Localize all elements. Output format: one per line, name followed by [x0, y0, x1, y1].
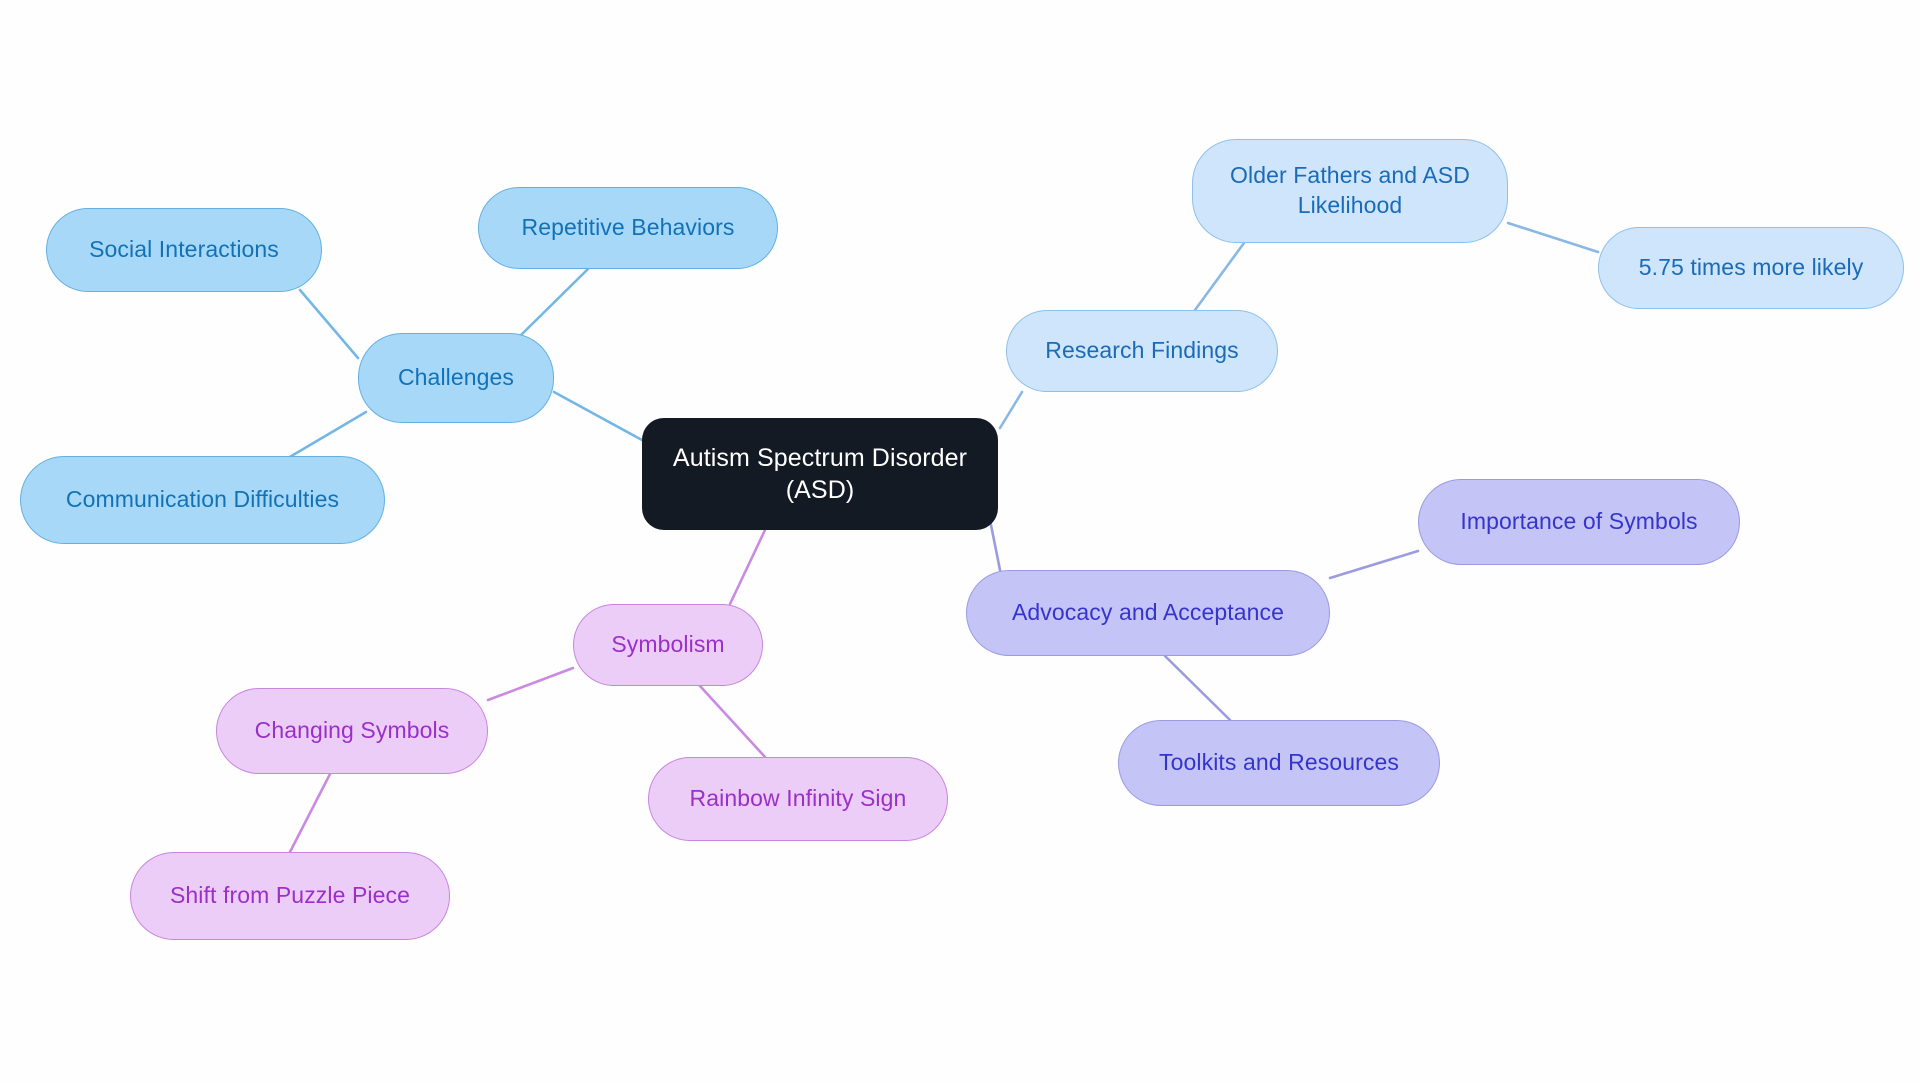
mindmap-node-label: Rainbow Infinity Sign [689, 785, 907, 812]
mindmap-node-root[interactable]: Autism Spectrum Disorder (ASD) [642, 418, 998, 530]
mindmap-node-label: Symbolism [611, 631, 725, 658]
mindmap-node-times-more-likely[interactable]: 5.75 times more likely [1598, 227, 1904, 309]
mindmap-node-toolkits-resources[interactable]: Toolkits and Resources [1118, 720, 1440, 806]
mindmap-node-repetitive-behaviors[interactable]: Repetitive Behaviors [478, 187, 778, 269]
mindmap-edge-advocacy-toolkits [1163, 654, 1232, 722]
mindmap-node-changing-symbols[interactable]: Changing Symbols [216, 688, 488, 774]
mindmap-edge-root-challenges [552, 390, 644, 442]
mindmap-node-label: Autism Spectrum Disorder (ASD) [672, 443, 968, 505]
mindmap-edge-root-research [998, 390, 1024, 430]
mindmap-node-challenges[interactable]: Challenges [358, 333, 554, 423]
mindmap-edge-challenges-communication [286, 410, 368, 460]
mindmap-edge-research-older-fathers [1193, 241, 1246, 312]
mindmap-node-research-findings[interactable]: Research Findings [1006, 310, 1278, 392]
mindmap-node-label: Importance of Symbols [1460, 508, 1698, 535]
mindmap-node-label: Communication Difficulties [65, 486, 340, 513]
mindmap-canvas: Autism Spectrum Disorder (ASD) Challenges… [0, 0, 1920, 1083]
mindmap-edge-root-advocacy [988, 518, 1002, 572]
mindmap-node-rainbow-infinity-sign[interactable]: Rainbow Infinity Sign [648, 757, 948, 841]
mindmap-node-communication-difficulties[interactable]: Communication Difficulties [20, 456, 385, 544]
mindmap-node-importance-of-symbols[interactable]: Importance of Symbols [1418, 479, 1740, 565]
mindmap-edge-changing-shift [288, 772, 332, 854]
mindmap-edge-challenges-repetitive [518, 267, 590, 338]
mindmap-node-advocacy-acceptance[interactable]: Advocacy and Acceptance [966, 570, 1330, 656]
mindmap-node-older-fathers[interactable]: Older Fathers and ASD Likelihood [1192, 139, 1508, 243]
mindmap-node-label: Changing Symbols [254, 717, 450, 744]
mindmap-edge-root-symbolism [728, 528, 767, 606]
mindmap-edge-challenges-social [298, 288, 360, 360]
mindmap-node-label: Shift from Puzzle Piece [169, 882, 411, 909]
mindmap-node-social-interactions[interactable]: Social Interactions [46, 208, 322, 292]
mindmap-edge-symbolism-rainbow [698, 684, 767, 759]
mindmap-node-label: Challenges [397, 364, 515, 391]
mindmap-edge-advocacy-importance [1328, 549, 1420, 580]
mindmap-node-symbolism[interactable]: Symbolism [573, 604, 763, 686]
mindmap-edge-symbolism-changing [486, 666, 575, 702]
mindmap-node-label: Advocacy and Acceptance [1011, 599, 1285, 626]
mindmap-node-label: 5.75 times more likely [1638, 254, 1864, 281]
mindmap-edge-older-fathers-times [1506, 221, 1600, 254]
mindmap-node-shift-from-puzzle-piece[interactable]: Shift from Puzzle Piece [130, 852, 450, 940]
mindmap-node-label: Research Findings [1045, 337, 1239, 364]
mindmap-node-label: Social Interactions [89, 236, 279, 263]
mindmap-node-label: Toolkits and Resources [1159, 749, 1399, 776]
mindmap-node-label: Repetitive Behaviors [521, 214, 735, 241]
mindmap-node-label: Older Fathers and ASD Likelihood [1230, 162, 1470, 218]
